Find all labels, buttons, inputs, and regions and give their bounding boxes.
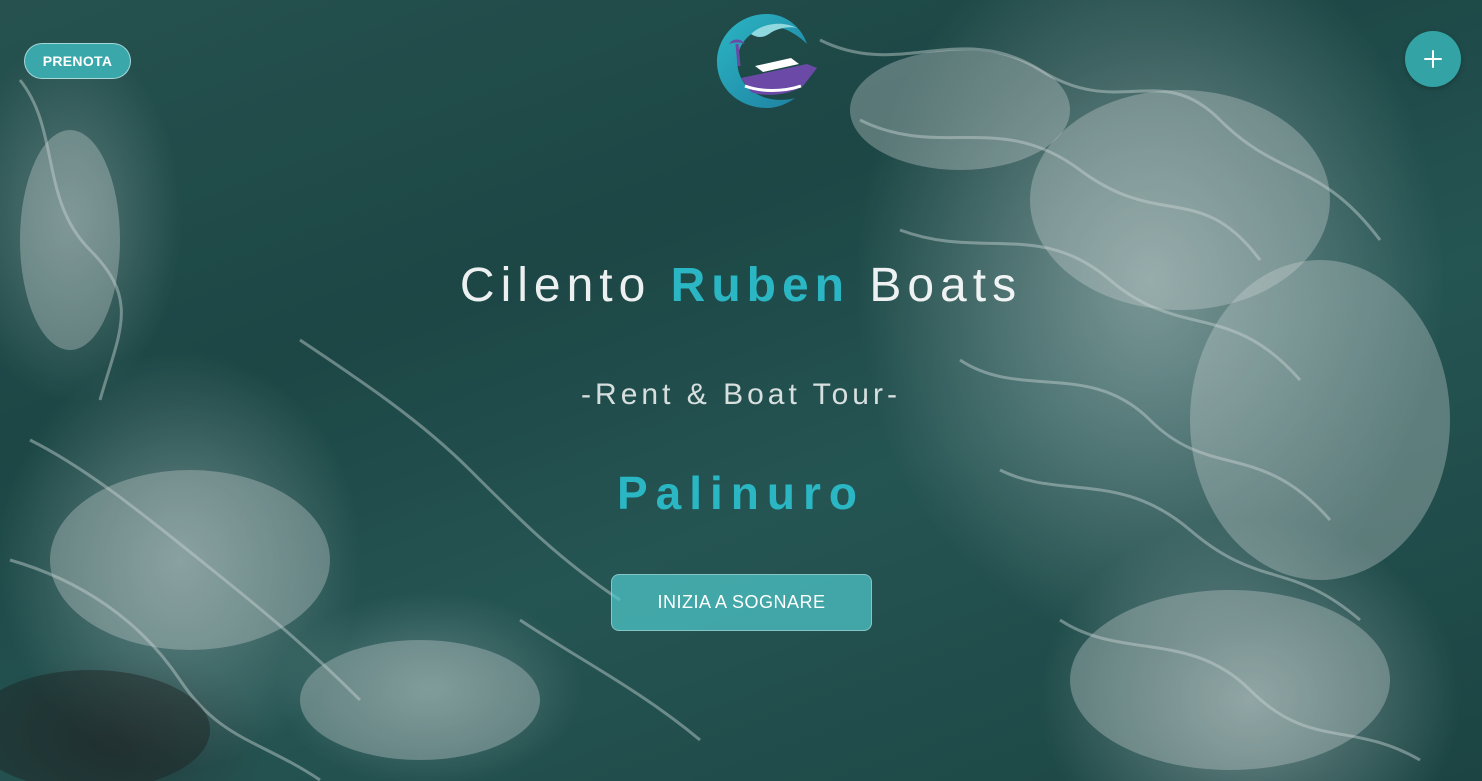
hero-section: PRENOTA Cilento Ruben Boats -Rent & Boat… [0,0,1482,781]
boat-wave-logo-icon [717,14,817,108]
plus-icon [1424,50,1442,68]
book-button-label: PRENOTA [42,53,113,69]
open-menu-button[interactable] [1405,31,1461,87]
site-logo[interactable] [711,8,823,112]
site-subtitle: -Rent & Boat Tour- [581,378,901,411]
site-title: Cilento Ruben Boats [0,258,1482,313]
book-button[interactable]: PRENOTA [24,43,131,79]
title-text-part1: Cilento [459,259,671,312]
title-text-accent: Ruben [670,259,850,312]
start-dreaming-button[interactable]: INIZIA A SOGNARE [611,574,872,631]
location-title: Palinuro [616,467,866,519]
title-text-part2: Boats [850,259,1023,312]
start-dreaming-button-label: INIZIA A SOGNARE [657,592,826,612]
